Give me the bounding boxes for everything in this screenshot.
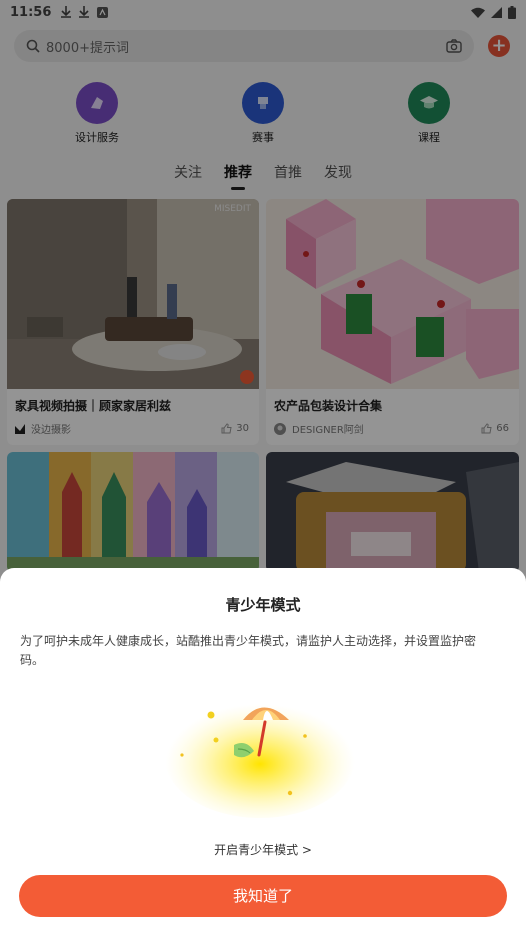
- youth-mode-dialog: 青少年模式 为了呵护未成年人健康成长，站酷推出青少年模式，请监护人主动选择，并设…: [0, 568, 526, 936]
- dialog-description: 为了呵护未成年人健康成长，站酷推出青少年模式，请监护人主动选择，并设置监护密码。: [20, 634, 477, 667]
- youth-mode-illustration: [165, 698, 355, 818]
- dialog-title: 青少年模式: [225, 596, 301, 614]
- confirm-button[interactable]: 我知道了: [19, 875, 507, 917]
- open-youth-mode-link[interactable]: 开启青少年模式 >: [0, 841, 526, 858]
